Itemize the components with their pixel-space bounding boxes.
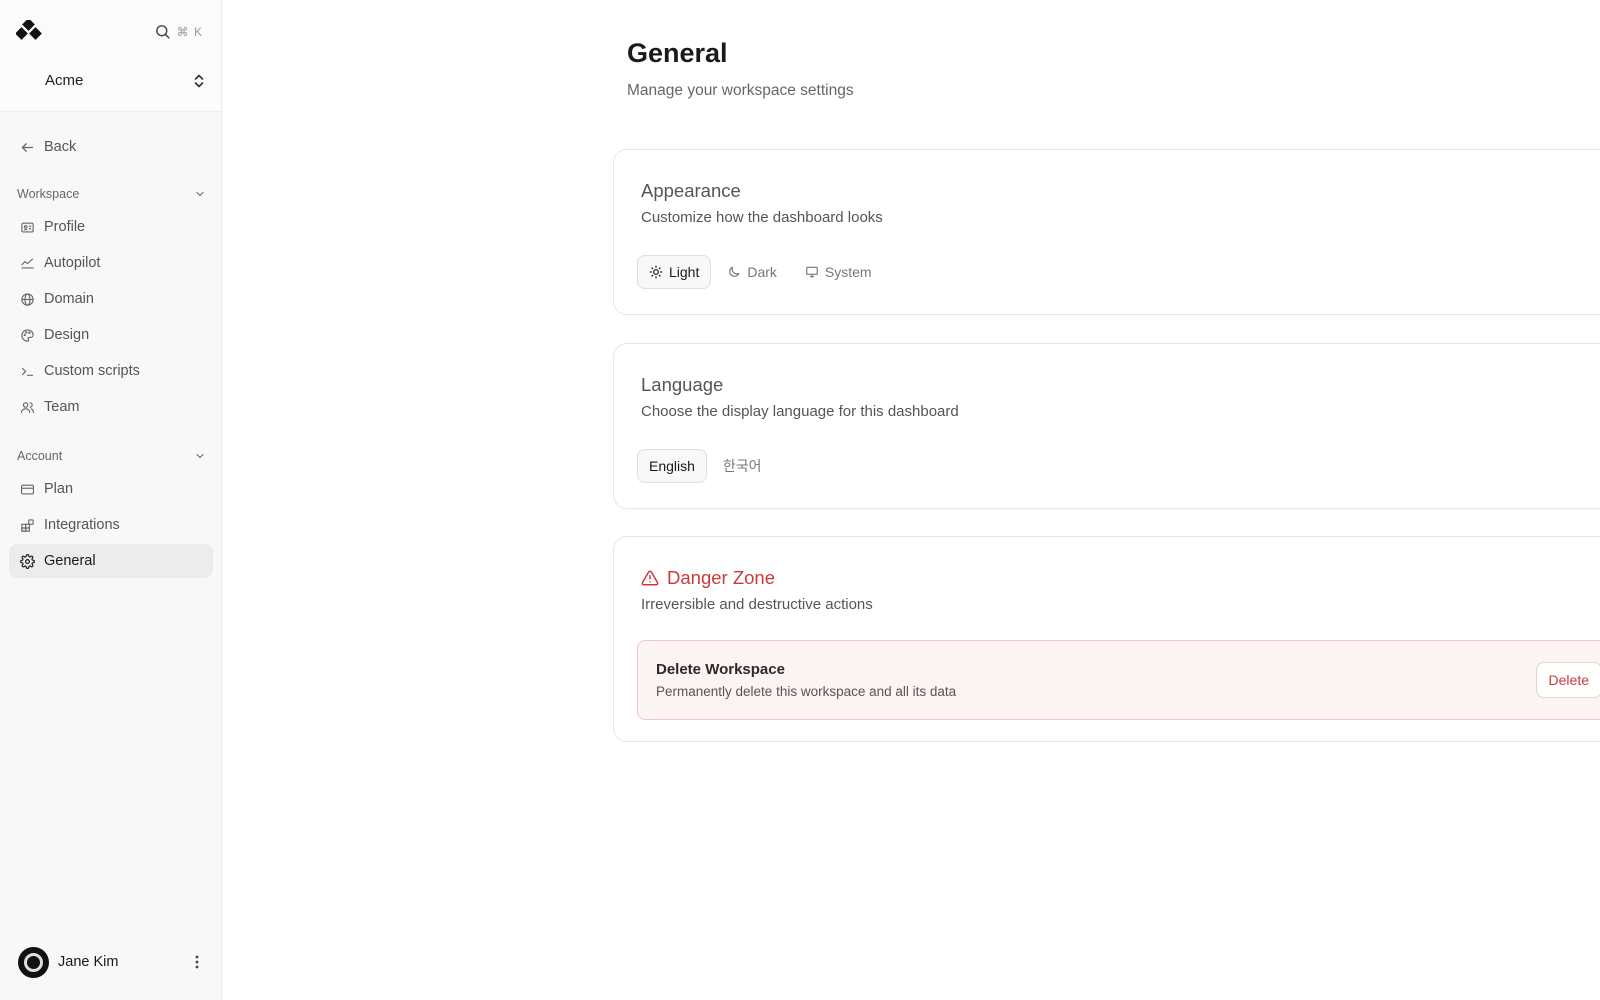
delete-workspace-description: Permanently delete this workspace and al… <box>656 684 957 699</box>
theme-option-label: Light <box>669 264 700 280</box>
logo-icon[interactable] <box>16 20 48 44</box>
search-icon <box>155 25 170 39</box>
chevron-down-icon <box>196 454 204 459</box>
sidebar-item-label: Profile <box>44 219 86 235</box>
blocks-icon <box>19 517 35 533</box>
chevron-down-icon <box>196 192 204 197</box>
org-name[interactable]: Acme <box>45 72 83 89</box>
arrow-left-icon <box>19 139 35 155</box>
language-option-label: English <box>649 458 695 474</box>
sidebar-item-autopilot[interactable]: Autopilot <box>9 246 213 280</box>
chevrons-up-down-icon[interactable] <box>193 73 205 89</box>
theme-light-button[interactable]: Light <box>637 255 712 289</box>
danger-zone-title: Danger Zone <box>641 567 775 589</box>
section-account-toggle[interactable]: Account <box>17 444 206 468</box>
user-name: Jane Kim <box>58 954 119 970</box>
sidebar-item-label: Design <box>44 327 90 343</box>
sun-icon <box>649 265 663 279</box>
theme-option-label: Dark <box>747 264 777 280</box>
palette-icon <box>19 327 35 343</box>
sidebar-item-label: General <box>44 553 96 569</box>
sidebar: ⌘ K Acme Back Workspace Profile Autopilo… <box>0 0 222 1000</box>
search-shortcut: ⌘ K <box>176 24 203 39</box>
moon-icon <box>727 265 741 279</box>
sidebar-item-integrations[interactable]: Integrations <box>9 508 213 542</box>
language-selector: English 한국어 <box>637 449 774 483</box>
sidebar-header: ⌘ K Acme <box>0 0 221 112</box>
danger-zone-title-text: Danger Zone <box>667 567 775 588</box>
sidebar-item-label: Autopilot <box>44 255 101 271</box>
theme-option-label: System <box>824 264 872 280</box>
sidebar-item-custom-scripts[interactable]: Custom scripts <box>9 354 213 388</box>
sidebar-item-team[interactable]: Team <box>9 390 213 424</box>
language-korean-button[interactable]: 한국어 <box>711 449 774 483</box>
appearance-title: Appearance <box>641 180 741 201</box>
id-card-icon <box>19 219 35 235</box>
back-label: Back <box>44 139 77 155</box>
autopilot-icon <box>19 255 35 271</box>
gear-icon <box>19 553 35 569</box>
main-content: General Manage your workspace settings A… <box>222 0 1600 1000</box>
delete-button[interactable]: Delete <box>1535 662 1600 698</box>
credit-card-icon <box>19 481 35 497</box>
theme-dark-button[interactable]: Dark <box>715 255 789 289</box>
sidebar-nav: Back Workspace Profile Autopilot Domain … <box>0 130 222 580</box>
sidebar-item-label: Integrations <box>44 517 120 533</box>
sidebar-item-label: Plan <box>44 481 74 497</box>
language-description: Choose the display language for this das… <box>641 403 959 420</box>
danger-zone-card: Danger Zone Irreversible and destructive… <box>613 536 1600 742</box>
language-option-label: 한국어 <box>722 458 762 474</box>
sidebar-item-profile[interactable]: Profile <box>9 210 213 244</box>
language-english-button[interactable]: English <box>637 449 707 483</box>
search-button[interactable]: ⌘ K <box>154 23 203 40</box>
appearance-description: Customize how the dashboard looks <box>641 209 883 226</box>
page-subtitle: Manage your workspace settings <box>627 82 854 99</box>
theme-system-button[interactable]: System <box>793 255 884 289</box>
user-menu[interactable]: Jane Kim <box>18 946 205 978</box>
sidebar-item-plan[interactable]: Plan <box>9 472 213 506</box>
section-workspace-toggle[interactable]: Workspace <box>17 182 206 206</box>
monitor-icon <box>805 265 819 279</box>
section-title: Account <box>17 449 63 463</box>
section-title: Workspace <box>17 187 80 201</box>
theme-selector: Light Dark System <box>637 255 884 289</box>
sidebar-item-domain[interactable]: Domain <box>9 282 213 316</box>
sidebar-item-design[interactable]: Design <box>9 318 213 352</box>
language-title: Language <box>641 374 724 395</box>
back-link[interactable]: Back <box>9 130 213 164</box>
more-vertical-icon[interactable] <box>189 954 205 970</box>
language-card: Language Choose the display language for… <box>613 343 1600 509</box>
page-title: General <box>627 38 728 68</box>
sidebar-item-general[interactable]: General <box>9 544 213 578</box>
alert-triangle-icon <box>641 570 659 586</box>
users-icon <box>19 399 35 415</box>
delete-workspace-panel: Delete Workspace Permanently delete this… <box>637 640 1600 720</box>
avatar <box>18 946 49 978</box>
sidebar-item-label: Team <box>44 399 80 415</box>
terminal-icon <box>19 363 35 379</box>
delete-workspace-title: Delete Workspace <box>656 661 785 678</box>
globe-icon <box>19 291 35 307</box>
danger-zone-description: Irreversible and destructive actions <box>641 596 873 613</box>
appearance-card: Appearance Customize how the dashboard l… <box>613 149 1600 315</box>
sidebar-item-label: Domain <box>44 291 94 307</box>
sidebar-item-label: Custom scripts <box>44 363 140 379</box>
